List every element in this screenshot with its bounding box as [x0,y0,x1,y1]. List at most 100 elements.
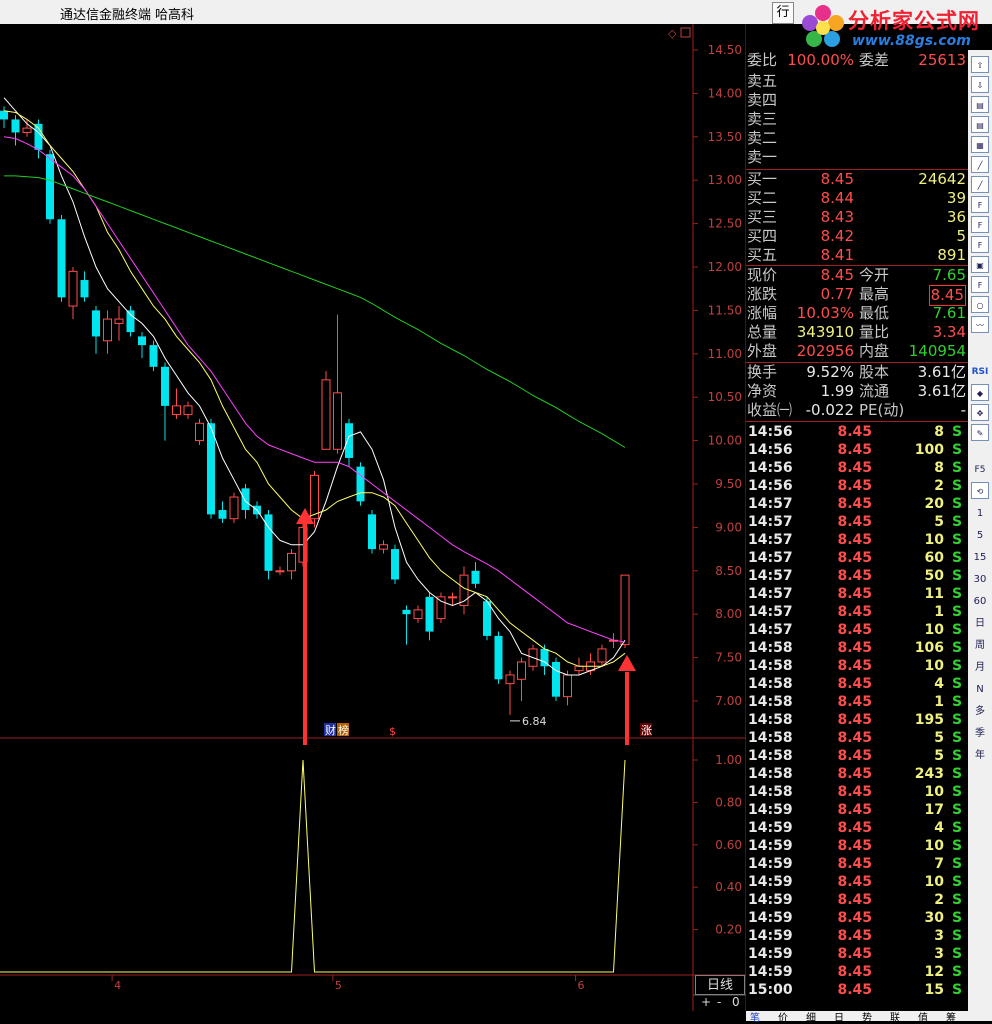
toolbar-item[interactable]: 月 [971,659,989,676]
tick-time: 14:58 [748,658,793,674]
toolbar-item[interactable]: RSI [971,364,989,381]
order-book-divider [746,421,968,422]
bottom-tab[interactable]: 联 [890,1009,900,1024]
info-label: 净资 [747,382,778,400]
tick-row: 14:59 8.45 17 S [746,801,968,819]
tick-time: 14:59 [748,910,793,926]
toolbar-item[interactable]: 年 [971,747,989,764]
tick-row: 14:58 8.45 4 S [746,675,968,693]
tick-time: 14:59 [748,874,793,890]
logo-url[interactable]: www.88gs.com [852,33,971,49]
tick-volume: 5 [934,514,944,530]
toolbar-item[interactable]: 5 [971,527,989,544]
candle-body [620,574,630,646]
quote-toggle-button[interactable]: 行 [772,2,794,24]
bid-price: 8.43 [820,208,854,226]
tick-side: S [952,820,963,836]
arrow-up-icon[interactable]: ⇧ [971,56,989,73]
bid-row: 买二 8.44 39 [746,189,968,208]
tick-side: S [952,694,963,710]
toolbar-item[interactable]: N [971,681,989,698]
list-icon[interactable]: ▦ [971,136,989,153]
bottom-tab[interactable]: 筹 [946,1009,956,1024]
wave-icon[interactable]: 〰 [971,316,989,333]
bottom-tab[interactable]: 价 [778,1009,788,1024]
toolbar-item[interactable]: 15 [971,549,989,566]
stat-value: 8.45 [928,285,966,306]
bottom-tab[interactable]: 值 [918,1009,928,1024]
candle-body [161,366,169,406]
ask-label: 卖二 [747,129,778,147]
tick-price: 8.45 [837,748,872,764]
candle-body [172,405,181,416]
f10-icon[interactable]: ▣ [971,256,989,273]
tick-time: 14:57 [748,586,793,602]
price-tick-label: 11.50 [708,303,742,317]
tick-row: 14:58 8.45 10 S [746,783,968,801]
zoom-reset-button[interactable]: 0 [732,995,740,1009]
tick-side: S [952,604,963,620]
f10-icon[interactable]: F [971,236,989,253]
bottom-tab[interactable]: 细 [806,1009,816,1024]
tick-price: 8.45 [837,730,872,746]
tick-volume: 3 [934,946,944,962]
candle-body [333,392,342,450]
zoom-in-button[interactable]: + [701,995,711,1009]
book-icon[interactable]: ◆ [971,384,989,401]
candle-body [471,570,480,584]
period-tab-daily[interactable]: 日线 [695,975,745,995]
zoom-out-button[interactable]: - [717,995,721,1009]
move-icon[interactable]: ✥ [971,404,989,421]
toolbar-item[interactable]: 30 [971,571,989,588]
doc-icon[interactable]: ▤ [971,96,989,113]
toolbar-item[interactable]: 1 [971,505,989,522]
f10-icon[interactable]: F [971,196,989,213]
ask-row: 卖五 [746,72,968,91]
candle-body [126,310,135,333]
chart-icon[interactable]: ╱ [971,156,989,173]
tick-time: 14:58 [748,730,793,746]
tick-side: S [952,568,963,584]
info-value: 3.61亿 [917,363,966,381]
stat-label: 现价 [747,266,778,284]
stat-row: 涨幅 10.03% 最低 7.61 [746,304,968,323]
tick-volume: 20 [924,496,944,512]
tick-row: 14:58 8.45 195 S [746,711,968,729]
tick-row: 14:58 8.45 1 S [746,693,968,711]
bottom-tab[interactable]: 势 [862,1009,872,1024]
time-tick-label: 6 [578,979,585,992]
tick-price: 8.45 [837,550,872,566]
toolbar-item[interactable]: 多 [971,703,989,720]
pencil-icon[interactable]: ✎ [971,424,989,441]
toolbar-item[interactable]: F5 [971,462,989,479]
toolbar-item[interactable]: 日 [971,615,989,632]
kline-chart[interactable]: 14.50 14.00 13.50 13.00 12.50 12.00 11.50 11.00… [0,0,746,1011]
toolbar-item[interactable]: 季 [971,725,989,742]
event-flag: $ [389,725,396,738]
chart-icon[interactable]: ╱ [971,176,989,193]
circle-icon[interactable]: ○ [971,296,989,313]
toolbar-item[interactable]: 60 [971,593,989,610]
low-price-label: 6.84 [522,715,547,728]
candle-body [574,665,584,672]
f10-icon[interactable]: F [971,276,989,293]
candle-body [149,345,158,367]
bottom-tab[interactable]: 笔 [750,1009,760,1024]
ranking-flag: 榜 [338,723,349,737]
toolbar-item[interactable]: 周 [971,637,989,654]
bottom-tab[interactable]: 日 [834,1009,844,1024]
f10-icon[interactable]: F [971,216,989,233]
doc-icon[interactable]: ▤ [971,116,989,133]
candle-body [241,488,250,511]
tick-row: 14:58 8.45 5 S [746,747,968,765]
arrow-shaft [303,520,307,745]
arrow-down-icon[interactable]: ⇩ [971,76,989,93]
tick-time: 15:00 [748,982,793,998]
bid-volume: 5 [956,227,966,245]
tick-row: 14:56 8.45 8 S [746,459,968,477]
candle-body [46,154,54,220]
price-tick-label: 14.00 [708,86,742,100]
tick-side: S [952,964,963,980]
refresh-icon[interactable]: ⟲ [971,482,989,499]
tick-row: 14:59 8.45 7 S [746,855,968,873]
